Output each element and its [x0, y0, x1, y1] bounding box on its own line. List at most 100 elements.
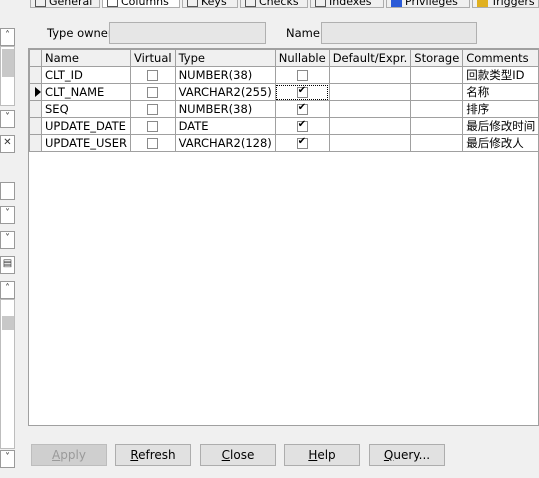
nullable-checkbox[interactable]	[296, 69, 308, 81]
cell-name[interactable]: SEQ	[41, 100, 131, 118]
cell-nullable[interactable]	[274, 83, 330, 101]
cell-storage[interactable]	[410, 83, 464, 101]
cell-storage[interactable]	[410, 100, 464, 118]
header-storage[interactable]: Storage	[410, 49, 464, 67]
nullable-checkbox[interactable]	[296, 119, 308, 132]
cell-name[interactable]: UPDATE_USER	[41, 134, 131, 152]
query-button[interactable]: Query...	[369, 444, 445, 466]
virtual-checkbox[interactable]	[147, 103, 159, 115]
side-scrollbar-thumb-2[interactable]	[2, 316, 14, 330]
cell-comments[interactable]: 排序	[462, 100, 538, 118]
side-scrollbar-2[interactable]	[0, 299, 15, 449]
cell-default[interactable]	[328, 134, 412, 152]
chevron-down-icon-3[interactable]: ˅	[0, 450, 15, 468]
table-row[interactable]: CLT_NAME VARCHAR2(255) 名称	[29, 83, 538, 101]
cell-type[interactable]: VARCHAR2(128)	[174, 134, 276, 152]
tab-general[interactable]: General	[30, 0, 100, 8]
cell-type[interactable]: DATE	[174, 117, 276, 135]
tab-checks[interactable]: Checks	[240, 0, 308, 8]
table-header-row: Name Virtual Type Nullable Default/Expr.…	[29, 49, 538, 67]
chevron-up-icon-2[interactable]: ˄	[0, 281, 15, 299]
row-indicator[interactable]	[29, 117, 42, 135]
refresh-button[interactable]: Refresh	[115, 444, 191, 466]
cell-name[interactable]: CLT_ID	[41, 66, 131, 84]
row-indicator[interactable]	[29, 83, 42, 101]
tab-bar: General Columns Keys Checks Indexes Priv…	[26, 0, 539, 14]
header-type[interactable]: Type	[174, 49, 276, 67]
cell-comments[interactable]: 最后修改时间	[462, 117, 538, 135]
header-nullable[interactable]: Nullable	[274, 49, 330, 67]
cell-nullable[interactable]	[274, 117, 330, 135]
side-input[interactable]	[0, 182, 15, 200]
cell-default[interactable]	[328, 83, 412, 101]
chevron-down-icon[interactable]: ˅	[0, 110, 15, 128]
cell-virtual[interactable]	[130, 134, 176, 152]
dropdown-chevron-icon[interactable]: ˅	[0, 206, 15, 224]
cell-storage[interactable]	[410, 117, 464, 135]
row-indicator[interactable]	[29, 100, 42, 118]
chevron-up-icon[interactable]: ˄	[0, 28, 15, 46]
table-row[interactable]: CLT_ID NUMBER(38) 回款类型ID	[29, 66, 538, 84]
key-icon	[187, 0, 198, 7]
header-name[interactable]: Name	[41, 49, 131, 67]
cell-name[interactable]: CLT_NAME	[41, 83, 131, 101]
tab-indexes[interactable]: Indexes	[310, 0, 384, 8]
apply-button[interactable]: Apply	[31, 444, 107, 466]
name-field[interactable]	[321, 22, 477, 44]
cell-nullable[interactable]	[274, 100, 330, 118]
header-virtual[interactable]: Virtual	[130, 49, 176, 67]
nullable-checkbox[interactable]	[296, 136, 308, 149]
cell-nullable[interactable]	[274, 134, 330, 152]
index-icon	[315, 0, 326, 7]
side-scrollbar-thumb[interactable]	[2, 49, 14, 77]
current-row-arrow-icon	[35, 87, 41, 97]
help-button[interactable]: Help	[284, 444, 360, 466]
header-default[interactable]: Default/Expr.	[328, 49, 412, 67]
nullable-checkbox[interactable]	[296, 85, 308, 98]
cell-virtual[interactable]	[130, 100, 176, 118]
dropdown-chevron-icon-2[interactable]: ˅	[0, 231, 15, 249]
virtual-checkbox[interactable]	[147, 120, 159, 132]
virtual-checkbox[interactable]	[147, 69, 159, 81]
cell-default[interactable]	[328, 117, 412, 135]
cell-storage[interactable]	[410, 134, 464, 152]
left-side-panel: ˄ ˅ ✕ ˅ ˅ ▤ ˄ ˅	[0, 0, 17, 478]
cell-virtual[interactable]	[130, 117, 176, 135]
cell-comments[interactable]: 回款类型ID	[462, 66, 538, 84]
cell-comments[interactable]: 最后修改人	[462, 134, 538, 152]
table-row[interactable]: UPDATE_USER VARCHAR2(128) 最后修改人	[29, 134, 538, 152]
cell-default[interactable]	[328, 100, 412, 118]
type-owner-field[interactable]	[109, 22, 266, 44]
cell-nullable[interactable]	[274, 66, 330, 84]
cell-default[interactable]	[328, 66, 412, 84]
row-indicator[interactable]	[29, 66, 42, 84]
cell-type[interactable]: NUMBER(38)	[174, 66, 276, 84]
row-indicator[interactable]	[29, 134, 42, 152]
cell-virtual[interactable]	[130, 83, 176, 101]
cell-name[interactable]: UPDATE_DATE	[41, 117, 131, 135]
virtual-checkbox[interactable]	[147, 137, 159, 149]
cell-storage[interactable]	[410, 66, 464, 84]
cell-comments[interactable]: 名称	[462, 83, 538, 101]
tab-triggers[interactable]: Triggers	[472, 0, 539, 8]
close-button[interactable]: Close	[200, 444, 276, 466]
general-icon	[35, 0, 46, 7]
virtual-checkbox[interactable]	[147, 86, 159, 98]
document-icon[interactable]: ▤	[0, 256, 15, 274]
header-comments[interactable]: Comments	[462, 49, 538, 67]
table-row[interactable]: SEQ NUMBER(38) 排序	[29, 100, 538, 118]
columns-grid[interactable]: Name Virtual Type Nullable Default/Expr.…	[28, 48, 539, 426]
tab-columns[interactable]: Columns	[102, 0, 180, 8]
cell-type[interactable]: VARCHAR2(255)	[174, 83, 276, 101]
close-icon[interactable]: ✕	[0, 135, 15, 153]
cell-type[interactable]: NUMBER(38)	[174, 100, 276, 118]
cell-virtual[interactable]	[130, 66, 176, 84]
columns-icon	[107, 0, 118, 7]
side-scrollbar[interactable]	[0, 46, 15, 106]
tab-privileges[interactable]: Privileges	[386, 0, 470, 8]
row-indicator-header	[29, 49, 42, 67]
columns-table: Name Virtual Type Nullable Default/Expr.…	[29, 49, 538, 152]
tab-keys[interactable]: Keys	[182, 0, 238, 8]
nullable-checkbox[interactable]	[296, 102, 308, 115]
table-row[interactable]: UPDATE_DATE DATE 最后修改时间	[29, 117, 538, 135]
